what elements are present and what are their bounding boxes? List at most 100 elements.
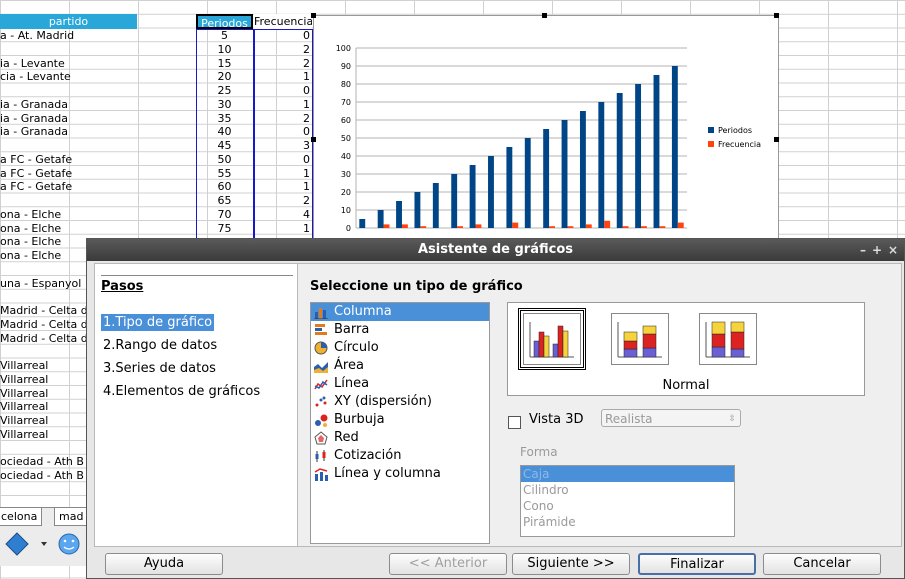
cell-periodo[interactable]: 50 (196, 153, 253, 167)
bar-periodos (671, 66, 678, 228)
percent-stacked-column-icon (705, 321, 750, 358)
chart-type-barra[interactable]: Barra (311, 321, 489, 339)
dialog-titlebar[interactable]: Asistente de gráficos – + × (87, 239, 904, 261)
cell-frecuencia[interactable]: 1 (254, 180, 310, 194)
cell-frecuencia[interactable]: 3 (254, 139, 310, 153)
help-button[interactable]: Ayuda (105, 553, 223, 575)
sheet-tab[interactable]: mad (54, 508, 89, 526)
cell-periodo[interactable]: 15 (196, 57, 253, 71)
step-data-range[interactable]: 2.Rango de datos (101, 337, 219, 354)
cancel-button[interactable]: Cancelar (763, 553, 881, 575)
cell-periodo[interactable]: 5 (196, 29, 253, 43)
chart-type-columna[interactable]: Columna (311, 303, 489, 321)
close-icon[interactable]: × (888, 243, 898, 257)
resize-handle[interactable] (774, 13, 779, 18)
cell-periodo[interactable]: 40 (196, 125, 253, 139)
realista-value: Realista (605, 412, 653, 426)
cell-frecuencia[interactable]: 0 (254, 125, 310, 139)
back-button[interactable]: << Anterior (389, 553, 507, 575)
cell-partido[interactable]: a - At. Madrid (0, 29, 137, 43)
chart-type-label: XY (dispersión) (334, 394, 432, 409)
header-frecuencia[interactable]: Frecuencia (254, 14, 312, 29)
step-chart-elements[interactable]: 4.Elementos de gráficos (101, 383, 262, 400)
cell-partido[interactable]: ia - Granada (0, 112, 137, 126)
realista-select[interactable]: Realista ⇳ (601, 409, 741, 427)
cell-partido[interactable]: ia - Levante (0, 57, 137, 71)
cell-frecuencia[interactable]: 1 (254, 98, 310, 112)
forma-option[interactable]: Pirámide (521, 514, 734, 530)
forma-option[interactable]: Caja (521, 466, 734, 482)
cell-partido[interactable]: ona - Elche (0, 208, 137, 222)
cell-periodo[interactable]: 35 (196, 112, 253, 126)
cell-periodo[interactable]: 10 (196, 43, 253, 57)
forma-label: Forma (520, 445, 558, 459)
cell-periodo[interactable]: 25 (196, 84, 253, 98)
step-chart-type[interactable]: 1.Tipo de gráfico (101, 314, 215, 331)
cell-frecuencia[interactable]: 2 (254, 43, 310, 57)
cell-periodo[interactable]: 70 (196, 208, 253, 222)
bar-frecuencia (457, 226, 464, 228)
clustered-column-icon (529, 322, 574, 358)
cell-frecuencia[interactable]: 2 (254, 112, 310, 126)
resize-handle[interactable] (774, 137, 779, 142)
cell-partido[interactable]: ia - Granada (0, 125, 137, 139)
cell-periodo[interactable]: 75 (196, 222, 253, 236)
sheet-tab[interactable]: celona (0, 508, 43, 526)
chart-type-list[interactable]: Columna Barra Círculo Área Línea XY (dispersi… (310, 302, 490, 544)
bar-frecuencia (659, 226, 666, 228)
pie-chart-icon (314, 341, 328, 355)
cell-frecuencia[interactable]: 2 (254, 57, 310, 71)
cell-partido[interactable]: ia - Granada (0, 98, 137, 112)
maximize-icon[interactable]: + (872, 243, 882, 257)
cell-periodo[interactable]: 20 (196, 70, 253, 84)
cell-frecuencia[interactable]: 4 (254, 208, 310, 222)
cell-partido[interactable]: a FC - Getafe (0, 167, 137, 181)
cell-partido[interactable]: a FC - Getafe (0, 180, 137, 194)
cell-frecuencia[interactable]: 1 (254, 222, 310, 236)
forma-option[interactable]: Cono (521, 498, 734, 514)
variant-stacked[interactable] (611, 313, 669, 365)
chart-type-línea-y-columna[interactable]: Línea y columna (311, 465, 489, 483)
cell-periodo[interactable]: 30 (196, 98, 253, 112)
vista-3d-label[interactable]: Vista 3D (529, 412, 583, 427)
y-tick-label: 10 (341, 206, 351, 215)
cell-periodo[interactable]: 60 (196, 180, 253, 194)
vista-3d-checkbox[interactable] (508, 416, 521, 429)
minimize-icon[interactable]: – (860, 243, 866, 257)
finish-button[interactable]: Finalizar (638, 553, 756, 575)
cell-frecuencia[interactable]: 1 (254, 70, 310, 84)
forma-list[interactable]: Caja Cilindro Cono Pirámide (520, 465, 735, 537)
resize-handle[interactable] (311, 137, 316, 142)
chart-type-xy-dispersión-[interactable]: XY (dispersión) (311, 393, 489, 411)
chart-type-red[interactable]: Red (311, 429, 489, 447)
forma-option[interactable]: Cilindro (521, 482, 734, 498)
cell-partido[interactable]: a FC - Getafe (0, 153, 137, 167)
cell-frecuencia[interactable]: 0 (254, 153, 310, 167)
cell-partido[interactable]: ona - Elche (0, 222, 137, 236)
cell-partido[interactable]: cia - Levante (0, 70, 137, 84)
chart-object[interactable]: 0 10 20 30 40 50 60 70 80 90 100 Periodos Frecuencia (313, 15, 779, 247)
chart-type-burbuja[interactable]: Burbuja (311, 411, 489, 429)
cell-frecuencia[interactable]: 1 (254, 167, 310, 181)
cell-periodo[interactable]: 45 (196, 139, 253, 153)
step-data-series[interactable]: 3.Series de datos (101, 360, 218, 377)
header-partido[interactable]: partido (0, 14, 137, 29)
chart-type-cotización[interactable]: Cotización (311, 447, 489, 465)
next-button[interactable]: Siguiente >> (512, 553, 630, 575)
chart-type-área[interactable]: Área (311, 357, 489, 375)
resize-handle[interactable] (542, 13, 547, 18)
header-periodos[interactable]: Periodos (196, 14, 253, 30)
bar-periodos (359, 219, 366, 228)
cell-periodo[interactable]: 55 (196, 167, 253, 181)
cell-frecuencia[interactable]: 2 (254, 194, 310, 208)
chart-type-línea[interactable]: Línea (311, 375, 489, 393)
cell-periodo[interactable]: 65 (196, 194, 253, 208)
variant-percent-stacked[interactable] (699, 313, 757, 365)
resize-handle[interactable] (311, 13, 316, 18)
variant-normal[interactable] (518, 308, 586, 370)
chart-type-label: Círculo (334, 340, 379, 355)
cell-frecuencia[interactable]: 0 (254, 29, 310, 43)
cell-frecuencia[interactable]: 0 (254, 84, 310, 98)
chart-type-círculo[interactable]: Círculo (311, 339, 489, 357)
y-tick-label: 50 (341, 134, 351, 143)
